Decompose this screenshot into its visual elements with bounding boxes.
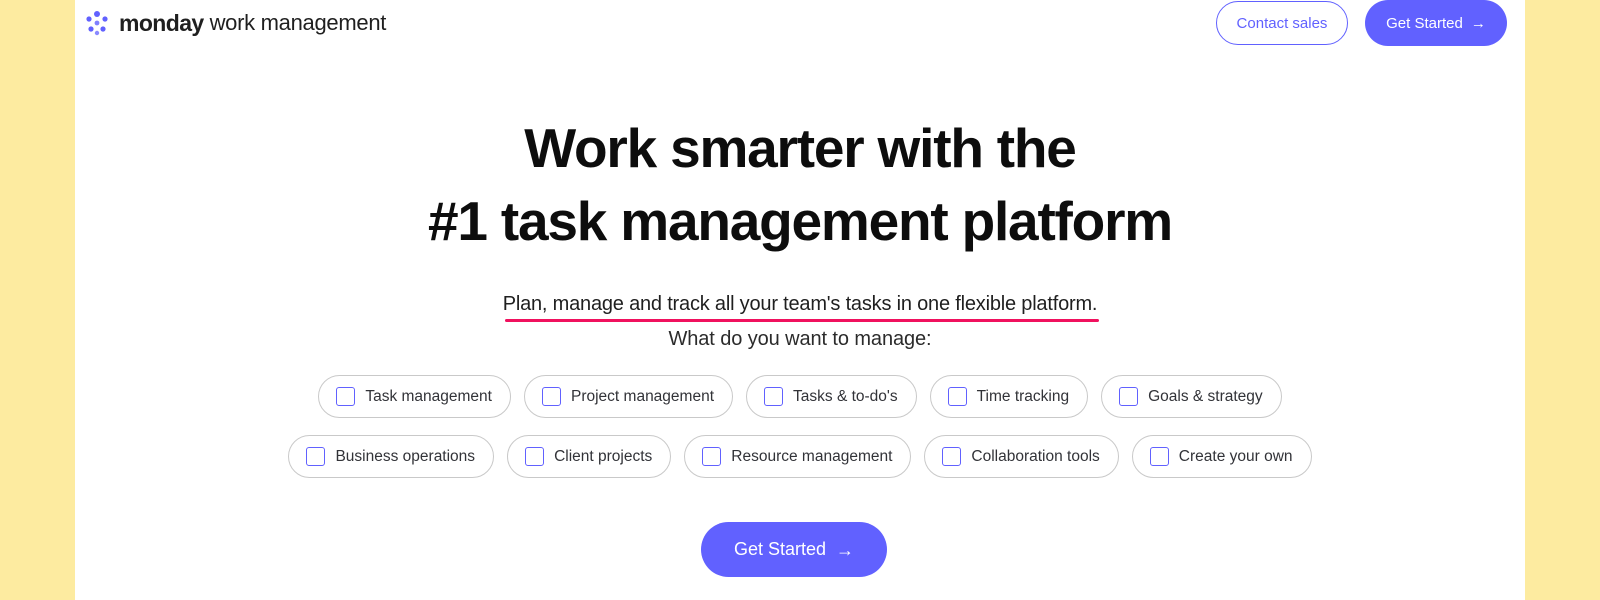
checkbox-icon[interactable] — [306, 447, 326, 466]
main-get-started-button[interactable]: Get Started → — [701, 522, 887, 577]
header-get-started-button[interactable]: Get Started → — [1365, 0, 1507, 46]
option-create-your-own[interactable]: Create your own — [1131, 435, 1312, 478]
page-container: monday work management Contact sales Get… — [75, 0, 1525, 600]
option-label: Task management — [365, 387, 492, 405]
option-label: Create your own — [1178, 447, 1293, 465]
option-label: Tasks & to-do's — [793, 387, 898, 405]
subtitle-container: Plan, manage and track all your team's t… — [75, 293, 1525, 322]
checkbox-icon[interactable] — [1119, 387, 1139, 406]
option-time-tracking[interactable]: Time tracking — [929, 375, 1089, 418]
main-get-started-label: Get Started — [733, 539, 827, 559]
option-tasks-todos[interactable]: Tasks & to-do's — [746, 375, 917, 418]
option-collaboration-tools[interactable]: Collaboration tools — [924, 435, 1119, 478]
option-label: Goals & strategy — [1148, 387, 1263, 405]
options-row-1: Task management Project management Tasks… — [75, 375, 1525, 418]
option-business-operations[interactable]: Business operations — [288, 435, 495, 478]
option-label: Resource management — [731, 447, 893, 465]
option-label: Collaboration tools — [971, 447, 1100, 465]
hero-subtitle-text: Plan, manage and track all your team's t… — [502, 293, 1098, 315]
checkbox-icon[interactable] — [702, 447, 722, 466]
logo-product: work management — [209, 10, 387, 35]
contact-sales-label: Contact sales — [1236, 14, 1328, 32]
options-row-2: Business operations Client projects Reso… — [75, 435, 1525, 478]
arrow-right-icon: → — [836, 539, 855, 560]
option-resource-management[interactable]: Resource management — [684, 435, 912, 478]
checkbox-icon[interactable] — [764, 387, 784, 406]
option-label: Business operations — [335, 447, 476, 465]
checkbox-icon[interactable] — [1149, 447, 1169, 466]
hero-title-line-1: Work smarter with the — [524, 117, 1077, 179]
checkbox-icon[interactable] — [525, 447, 545, 466]
manage-question: What do you want to manage: — [668, 328, 932, 350]
option-client-projects[interactable]: Client projects — [507, 435, 672, 478]
header-get-started-label: Get Started — [1386, 14, 1463, 32]
option-label: Time tracking — [976, 387, 1070, 405]
option-project-management[interactable]: Project management — [523, 375, 734, 418]
logo-brand: monday — [119, 9, 204, 36]
hero-title: Work smarter with the #1 task management… — [75, 112, 1525, 258]
option-goals-strategy[interactable]: Goals & strategy — [1101, 375, 1282, 418]
option-label: Project management — [570, 387, 715, 405]
checkbox-icon[interactable] — [942, 447, 962, 466]
arrow-right-icon: → — [1470, 14, 1486, 32]
contact-sales-button[interactable]: Contact sales — [1216, 1, 1348, 45]
checkbox-icon[interactable] — [336, 387, 356, 406]
subtitle-underline — [504, 319, 1100, 322]
option-task-management[interactable]: Task management — [318, 375, 511, 418]
option-label: Client projects — [554, 447, 653, 465]
checkbox-icon[interactable] — [947, 387, 967, 406]
hero-title-line-2: #1 task management platform — [428, 190, 1173, 252]
checkbox-icon[interactable] — [541, 387, 561, 406]
monday-logo-icon — [86, 11, 108, 36]
logo[interactable]: monday work management — [83, 9, 386, 37]
hero-subtitle: Plan, manage and track all your team's t… — [502, 293, 1100, 322]
